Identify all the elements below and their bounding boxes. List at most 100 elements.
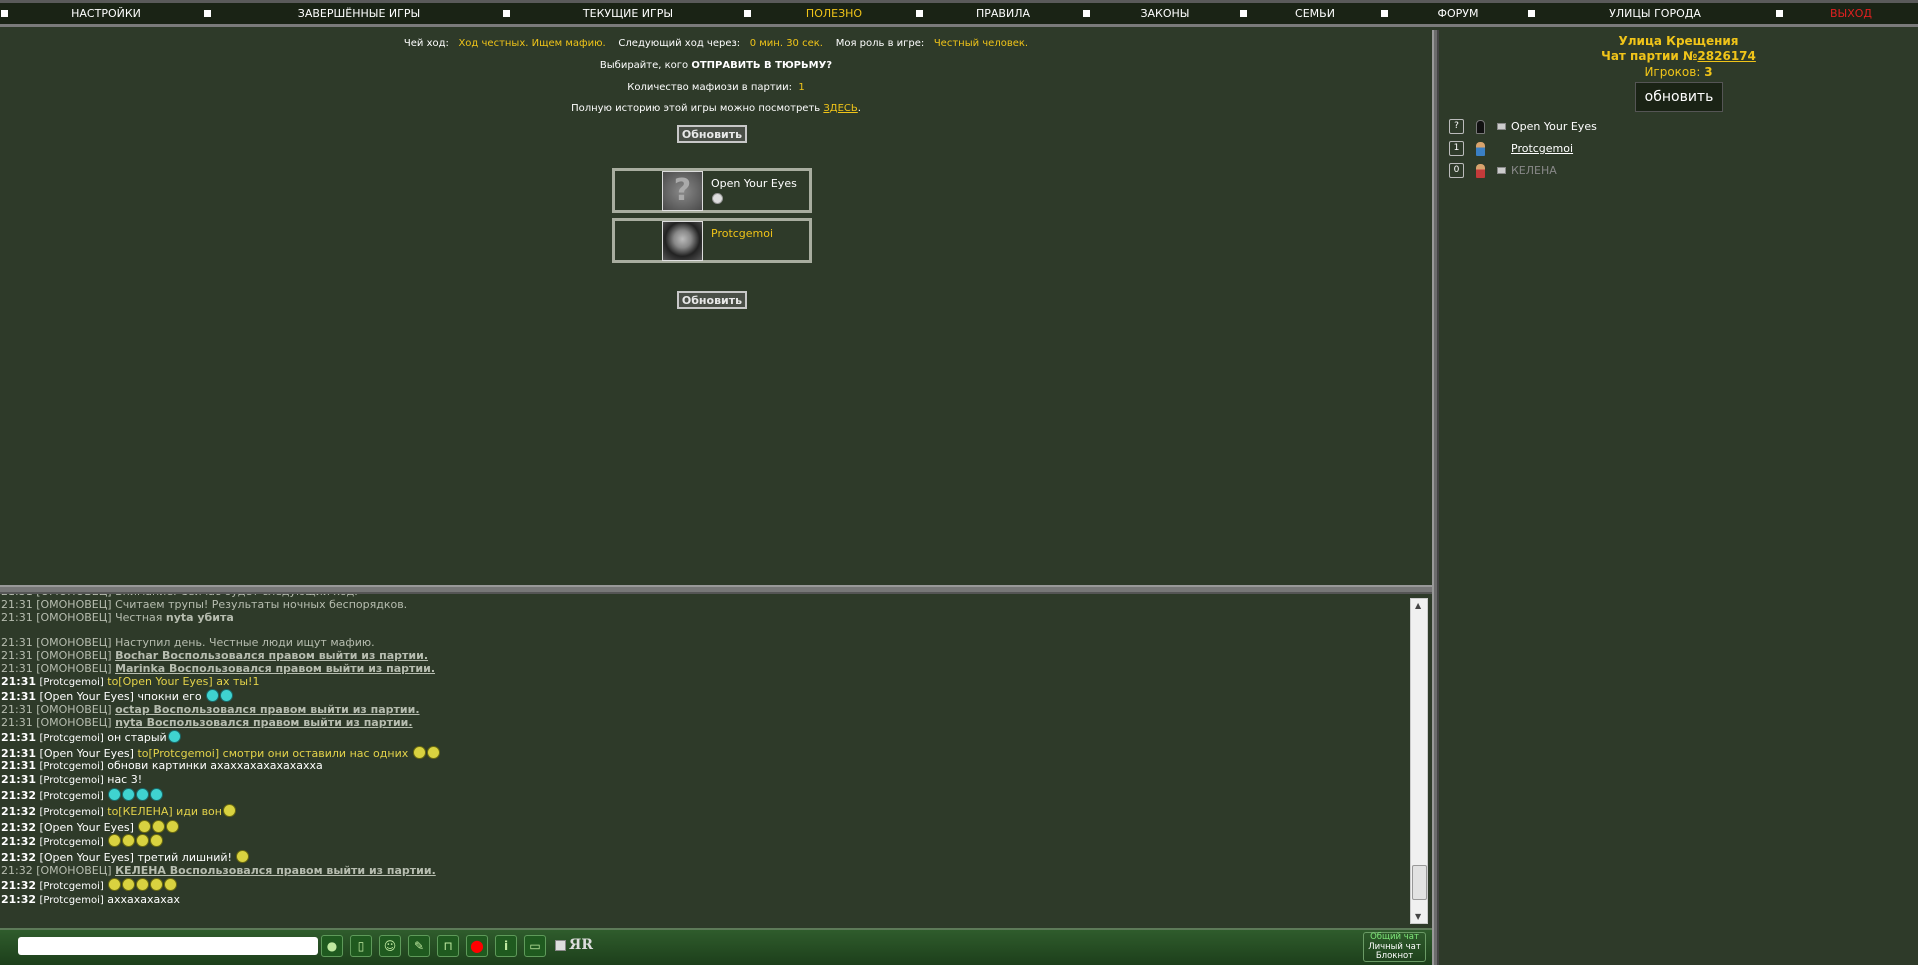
chat-author-name[interactable]: Protcgemoi [43, 791, 99, 802]
nav-exit[interactable]: ВЫХОД [1830, 7, 1872, 20]
grin-smiley-icon [122, 877, 136, 891]
red-dot-icon[interactable]: ● [466, 935, 488, 957]
scroll-down-icon[interactable]: ▼ [1415, 912, 1421, 921]
chat-text: Считаем трупы! Результаты ночных беспоря… [115, 597, 408, 611]
chat-author-name[interactable]: Protcgemoi [43, 895, 99, 906]
speech-bubble-icon[interactable]: ● [321, 935, 343, 957]
chat-time: 21:31 [1, 759, 37, 773]
chat-author[interactable]: [Protcgemoi] [40, 791, 104, 802]
nav-rules[interactable]: ПРАВИЛА [976, 7, 1030, 20]
chat-system-link[interactable]: Bochar Воспользовался правом выйти из па… [115, 649, 428, 662]
chat-author[interactable]: [Open Your Eyes] [40, 690, 134, 703]
player-name[interactable]: Protcgemoi [1511, 142, 1573, 155]
chat-system-link[interactable]: Marinka Воспользовался правом выйти из п… [115, 662, 435, 675]
chat-author-name[interactable]: Protcgemoi [43, 761, 99, 772]
player-row[interactable]: 1 Protcgemoi [1449, 141, 1749, 157]
tab-notepad[interactable]: Блокнот [1364, 951, 1425, 962]
scroll-thumb[interactable] [1412, 865, 1427, 900]
chat-scrollbar[interactable]: ▲ ▼ [1410, 598, 1428, 924]
chat-author[interactable]: [Protcgemoi] [40, 837, 104, 848]
chat-message-input[interactable] [18, 937, 318, 955]
horizontal-divider[interactable] [0, 585, 1432, 594]
player-row[interactable]: 0 КЕЛЕНА [1449, 163, 1749, 179]
unknown-player-icon [1476, 120, 1485, 134]
game-number-link[interactable]: 2826174 [1697, 49, 1755, 63]
chat-author-name[interactable]: Protcgemoi [43, 807, 99, 818]
lock-icon[interactable]: ⊓ [437, 935, 459, 957]
mafia-count: Количество мафиози в партии: 1 [0, 82, 1432, 93]
refresh-players-button[interactable]: обновить [1635, 82, 1723, 112]
chat-recipient[interactable]: to[Open Your Eyes] [107, 675, 216, 688]
chat-author-name[interactable]: Protcgemoi [43, 733, 99, 744]
chat-author[interactable]: [Protcgemoi] [40, 881, 104, 892]
chat-author[interactable]: [Protcgemoi] [40, 775, 104, 786]
role-value: Честный человек. [933, 38, 1029, 49]
chat-system-link[interactable]: octap Воспользовался правом выйти из пар… [115, 703, 419, 716]
chat-message: 21:32 [Open Your Eyes] третий лишний! [1, 850, 1410, 865]
nav-finished-games[interactable]: ЗАВЕРШЁННЫЕ ИГРЫ [298, 7, 420, 20]
chat-recipient[interactable]: to[Protcgemoi] [137, 747, 222, 760]
player-name[interactable]: Open Your Eyes [1511, 120, 1597, 133]
chat-text: смотри они оставили нас одних [222, 746, 412, 760]
grin-smiley-icon [152, 819, 166, 833]
vertical-divider[interactable] [1432, 30, 1439, 965]
chat-recipient-name[interactable]: КЕЛЕНА [123, 805, 169, 818]
chat-recipient-name[interactable]: Open Your Eyes [123, 675, 209, 688]
chat-author-name[interactable]: Open Your Eyes [44, 747, 130, 760]
chat-author-name[interactable]: Protcgemoi [43, 775, 99, 786]
chat-recipient[interactable]: to[КЕЛЕНА] [107, 805, 176, 818]
chat-author[interactable]: [Open Your Eyes] [40, 747, 134, 760]
vote-radio[interactable] [712, 193, 723, 204]
chat-author[interactable]: [Protcgemoi] [40, 895, 104, 906]
screen-icon[interactable]: ▭ [524, 935, 546, 957]
mail-icon[interactable] [1497, 167, 1506, 174]
player-card: Protcgemoi [612, 218, 812, 263]
eraser-icon[interactable]: ✎ [408, 935, 430, 957]
turn-value: Ход честных. Ищем мафию. [458, 38, 606, 49]
nav-city-streets[interactable]: УЛИЦЫ ГОРОДА [1609, 7, 1701, 20]
grin-smiley-icon [426, 745, 440, 759]
chat-author[interactable]: [Protcgemoi] [40, 733, 104, 744]
chat-author-name[interactable]: Open Your Eyes [44, 690, 130, 703]
player-name[interactable]: КЕЛЕНА [1511, 164, 1557, 177]
vote-prompt-text: Выбирайте, кого [599, 60, 692, 71]
mail-icon[interactable] [1497, 123, 1506, 130]
scroll-up-icon[interactable]: ▲ [1415, 601, 1421, 610]
nav-forum[interactable]: ФОРУМ [1438, 7, 1479, 20]
chat-author-name[interactable]: Open Your Eyes [44, 821, 130, 834]
refresh-button-bottom[interactable]: Обновить [677, 291, 747, 309]
grin-smiley-icon [236, 850, 250, 864]
chat-time: 21:32 [1, 851, 37, 865]
smiley-icon[interactable]: ☺ [379, 935, 401, 957]
nav-separator [916, 10, 923, 17]
chat-text: он старый [107, 730, 167, 744]
nav-useful[interactable]: ПОЛЕЗНО [806, 7, 862, 20]
chat-author[interactable]: [Protcgemoi] [40, 677, 104, 688]
chat-author-name[interactable]: Protcgemoi [43, 677, 99, 688]
info-icon[interactable]: i [495, 935, 517, 957]
chat-author[interactable]: [Protcgemoi] [40, 761, 104, 772]
phone-icon[interactable]: ▯ [350, 935, 372, 957]
history-link[interactable]: ЗДЕСЬ [823, 103, 857, 114]
chat-system-link[interactable]: КЕЛЕНА Воспользовался правом выйти из па… [115, 864, 436, 877]
chat-author[interactable]: [Open Your Eyes] [40, 851, 134, 864]
chat-message: 21:31 [Open Your Eyes] чпокни его [1, 689, 1410, 704]
chat-author-name[interactable]: Open Your Eyes [44, 851, 130, 864]
nav-separator [1381, 10, 1388, 17]
refresh-button-top[interactable]: Обновить [677, 125, 747, 143]
nav-families[interactable]: СЕМЬИ [1295, 7, 1335, 20]
chat-author-name[interactable]: Protcgemoi [43, 881, 99, 892]
nav-settings[interactable]: НАСТРОЙКИ [71, 7, 141, 20]
chat-system-link[interactable]: nyta Воспользовался правом выйти из парт… [115, 716, 413, 729]
chat-time: 21:32 [1, 892, 37, 906]
player-row[interactable]: ? Open Your Eyes [1449, 119, 1749, 135]
chat-author-name[interactable]: Protcgemoi [43, 837, 99, 848]
chat-recipient-name[interactable]: Protcgemoi [153, 747, 215, 760]
nav-laws[interactable]: ЗАКОНЫ [1140, 7, 1189, 20]
player-card[interactable]: ? Open Your Eyes [612, 168, 812, 213]
chat-author[interactable]: [Protcgemoi] [40, 807, 104, 818]
chat-input-bar: ● ▯ ☺ ✎ ⊓ ● i ▭ ЯR Общий чат Личный чат … [0, 928, 1432, 965]
nav-current-games[interactable]: ТЕКУЩИЕ ИГРЫ [583, 7, 673, 20]
translit-checkbox[interactable] [555, 940, 566, 951]
chat-author[interactable]: [Open Your Eyes] [40, 821, 134, 834]
